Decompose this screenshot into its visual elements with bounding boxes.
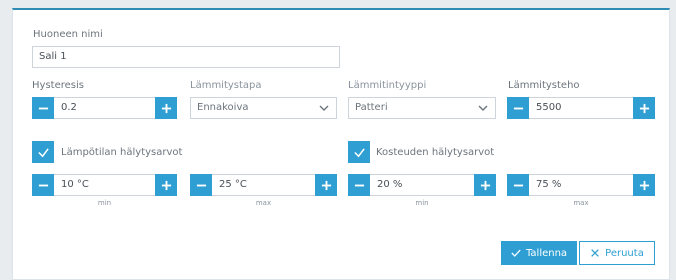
temperature-min-stepper: 10 °C [32,174,177,196]
checkmark-icon [37,147,49,157]
heating-method-select[interactable]: Ennakoiva [190,97,337,119]
chevron-down-icon [478,105,488,111]
cancel-button-label: Peruuta [605,247,644,259]
plus-icon [161,103,171,113]
heating-power-label: Lämmitysteho [508,80,580,91]
room-name-label: Huoneen nimi [33,29,103,40]
heater-type-label: Lämmitintyyppi [348,80,427,91]
heater-type-value: Patteri [355,102,388,113]
heating-power-input[interactable]: 5500 [529,97,633,119]
minus-icon [38,184,48,186]
plus-icon [321,180,331,190]
plus-icon [480,180,490,190]
minus-icon [513,107,523,109]
humidity-max-input[interactable]: 75 % [529,174,633,196]
temperature-max-decrement-button[interactable] [190,174,212,196]
hysteresis-label: Hysteresis [32,80,84,91]
heating-power-increment-button[interactable] [633,97,655,119]
room-settings-dialog: Huoneen nimi Sali 1 Hysteresis 0.2 Lämmi… [12,8,670,280]
close-icon [591,249,599,257]
checkmark-icon [511,249,521,257]
humidity-max-stepper: 75 % [507,174,655,196]
hysteresis-increment-button[interactable] [155,97,177,119]
checkmark-icon [353,147,365,157]
humidity-min-input[interactable]: 20 % [370,174,474,196]
temperature-min-input[interactable]: 10 °C [54,174,155,196]
temperature-max-stepper: 25 °C [190,174,337,196]
humidity-alarms-label: Kosteuden hälytysarvot [376,147,495,158]
minus-icon [38,107,48,109]
minus-icon [354,184,364,186]
heating-power-decrement-button[interactable] [507,97,529,119]
plus-icon [639,103,649,113]
humidity-min-decrement-button[interactable] [348,174,370,196]
temperature-min-increment-button[interactable] [155,174,177,196]
temperature-min-caption: min [97,199,112,207]
plus-icon [639,180,649,190]
humidity-max-increment-button[interactable] [633,174,655,196]
temperature-max-input[interactable]: 25 °C [212,174,315,196]
save-button-label: Tallenna [525,247,568,259]
heater-type-select[interactable]: Patteri [348,97,496,119]
room-name-input[interactable]: Sali 1 [32,46,340,68]
chevron-down-icon [319,105,329,111]
temperature-min-decrement-button[interactable] [32,174,54,196]
minus-icon [513,184,523,186]
humidity-min-increment-button[interactable] [474,174,496,196]
heating-method-value: Ennakoiva [197,102,249,113]
cancel-button[interactable]: Peruuta [579,241,655,265]
temperature-alarms-checkbox[interactable] [32,141,54,163]
temperature-alarms-label: Lämpötilan hälytysarvot [61,147,183,158]
humidity-max-caption: max [573,199,589,207]
humidity-min-caption: min [415,199,429,207]
hysteresis-input[interactable]: 0.2 [54,97,155,119]
hysteresis-stepper: 0.2 [32,97,177,119]
save-button[interactable]: Tallenna [501,241,577,265]
humidity-max-decrement-button[interactable] [507,174,529,196]
hysteresis-decrement-button[interactable] [32,97,54,119]
temperature-max-increment-button[interactable] [315,174,337,196]
heating-power-stepper: 5500 [507,97,655,119]
temperature-max-caption: max [255,199,272,207]
humidity-alarms-checkbox[interactable] [348,141,370,163]
plus-icon [161,180,171,190]
humidity-min-stepper: 20 % [348,174,496,196]
heating-method-label: Lämmitystapa [190,80,262,91]
minus-icon [196,184,206,186]
